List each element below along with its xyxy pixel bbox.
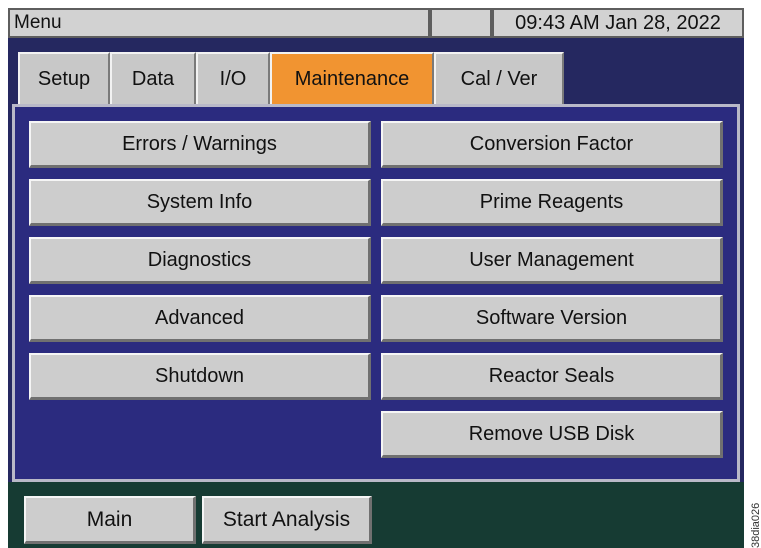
tab-io[interactable]: I/O [196,52,270,104]
main-button[interactable]: Main [24,496,196,544]
title-bar: Menu 09:43 AM Jan 28, 2022 [8,8,744,42]
device-screen: Menu 09:43 AM Jan 28, 2022 Setup Data I/… [8,8,744,548]
title-blank-cell [430,8,492,38]
errors-warnings-button[interactable]: Errors / Warnings [29,121,371,168]
conversion-factor-button[interactable]: Conversion Factor [381,121,723,168]
system-info-button[interactable]: System Info [29,179,371,226]
tab-data[interactable]: Data [110,52,196,104]
software-version-button[interactable]: Software Version [381,295,723,342]
user-management-button[interactable]: User Management [381,237,723,284]
diagnostics-button[interactable]: Diagnostics [29,237,371,284]
menu-title[interactable]: Menu [8,8,430,38]
prime-reagents-button[interactable]: Prime Reagents [381,179,723,226]
reactor-seals-button[interactable]: Reactor Seals [381,353,723,400]
remove-usb-disk-button[interactable]: Remove USB Disk [381,411,723,458]
start-analysis-button[interactable]: Start Analysis [202,496,372,544]
tab-cal-ver[interactable]: Cal / Ver [434,52,564,104]
tab-setup[interactable]: Setup [18,52,110,104]
bottom-bar: Main Start Analysis [8,482,744,548]
clock-display: 09:43 AM Jan 28, 2022 [492,8,744,38]
maintenance-panel: Errors / Warnings System Info Diagnostic… [12,104,740,482]
shutdown-button[interactable]: Shutdown [29,353,371,400]
advanced-button[interactable]: Advanced [29,295,371,342]
figure-code: 38dia026 [750,502,761,548]
tab-maintenance[interactable]: Maintenance [270,52,434,104]
